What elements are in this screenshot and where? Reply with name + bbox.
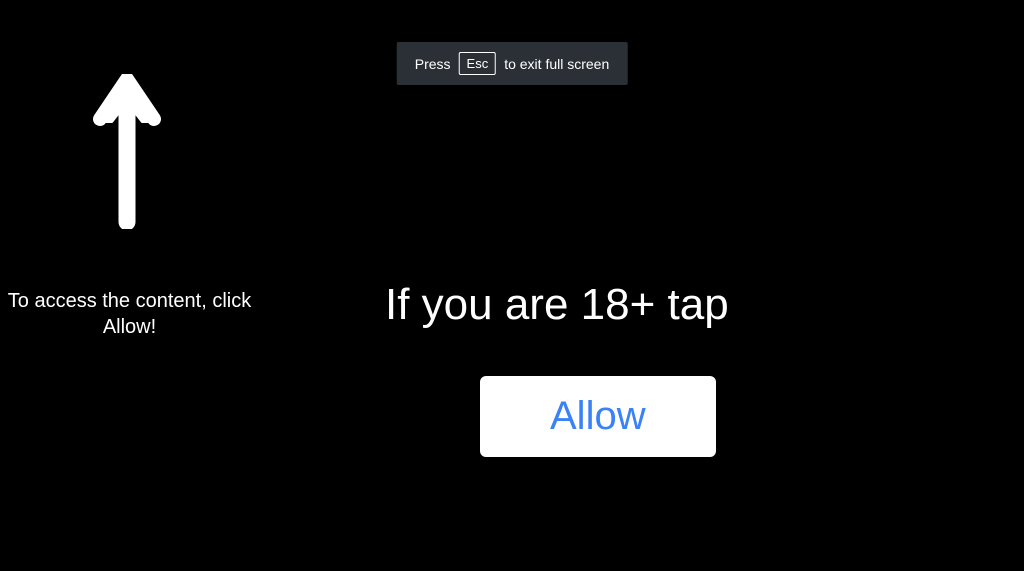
up-arrow-icon bbox=[92, 74, 162, 234]
fullscreen-exit-notice: Press Esc to exit full screen bbox=[397, 42, 628, 85]
notice-suffix: to exit full screen bbox=[504, 56, 609, 72]
esc-key-label: Esc bbox=[459, 52, 497, 75]
instruction-text: To access the content, click Allow! bbox=[0, 288, 259, 340]
allow-button[interactable]: Allow bbox=[480, 376, 716, 457]
notice-prefix: Press bbox=[415, 56, 451, 72]
age-gate-prompt: If you are 18+ tap bbox=[385, 280, 729, 330]
